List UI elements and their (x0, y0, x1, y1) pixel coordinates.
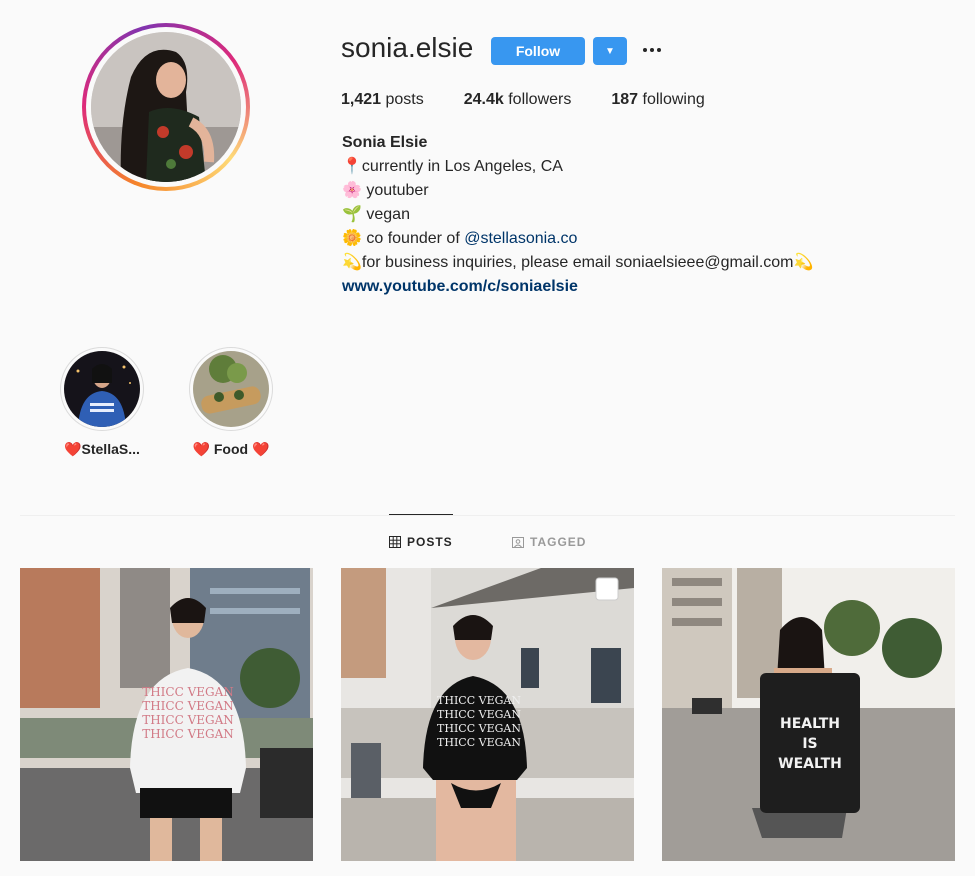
followers-stat[interactable]: 24.4k followers (464, 91, 572, 109)
more-horizontal-icon (643, 48, 647, 52)
full-name: Sonia Elsie (342, 134, 428, 151)
posts-stat: 1,421 posts (341, 91, 424, 108)
more-options-button[interactable] (640, 38, 664, 62)
post-thumbnail[interactable]: HEALTH IS WEALTH (662, 568, 955, 861)
profile-avatar[interactable] (82, 23, 250, 191)
post-thumbnail-carousel[interactable]: THICC VEGAN THICC VEGAN THICC VEGAN THIC… (341, 568, 634, 861)
post-thumbnail[interactable]: THICC VEGAN THICC VEGAN THICC VEGAN THIC… (20, 568, 313, 861)
profile-username: sonia.elsie (341, 32, 474, 63)
highlight-label: ❤️StellaS... (64, 441, 140, 457)
grid-icon (389, 536, 401, 548)
tabs-divider (20, 515, 955, 516)
bio-line-youtuber: 🌸 youtuber (342, 182, 429, 199)
svg-text:THICC VEGAN: THICC VEGAN (437, 736, 521, 749)
tagged-person-icon (512, 537, 524, 548)
website-link[interactable]: www.youtube.com/c/soniaelsie (342, 275, 813, 299)
svg-text:THICC VEGAN: THICC VEGAN (142, 713, 234, 727)
blossom-icon: 🌸 (342, 182, 362, 199)
shirt-text: THICC VEGAN (142, 685, 234, 699)
pin-icon: 📍 (342, 158, 362, 175)
highlight-stellas[interactable]: ❤️StellaS... (52, 347, 152, 458)
bio-line-cofounder: 🌼 co founder of @stellasonia.co (342, 230, 578, 247)
tab-posts-label: POSTS (407, 535, 453, 549)
profile-bio: Sonia Elsie 📍currently in Los Angeles, C… (342, 131, 813, 299)
svg-text:WEALTH: WEALTH (778, 756, 842, 772)
svg-text:HEALTH: HEALTH (780, 716, 840, 732)
highlight-cover (193, 351, 269, 427)
highlight-food[interactable]: ❤️ Food ❤️ (181, 347, 281, 458)
profile-stats: 1,421 posts 24.4k followers 187 followin… (341, 91, 745, 109)
caret-down-icon: ▼ (605, 45, 615, 57)
tab-tagged-label: TAGGED (530, 535, 587, 549)
highlight-label: ❤️ Food ❤️ (192, 441, 270, 457)
svg-text:THICC VEGAN: THICC VEGAN (142, 699, 234, 713)
follow-button[interactable]: Follow (491, 37, 585, 65)
suggestions-dropdown-button[interactable]: ▼ (593, 37, 627, 65)
dizzy-icon: 💫 (342, 254, 362, 271)
multiple-photos-icon (595, 577, 619, 601)
active-tab-indicator (389, 514, 453, 515)
svg-text:IS: IS (802, 736, 817, 752)
highlight-cover (64, 351, 140, 427)
bio-line-vegan: 🌱 vegan (342, 206, 410, 223)
svg-text:THICC VEGAN: THICC VEGAN (437, 708, 521, 721)
following-stat[interactable]: 187 following (611, 91, 704, 109)
tab-posts[interactable]: POSTS (389, 535, 453, 549)
dizzy-icon: 💫 (793, 254, 814, 271)
shirt-text: THICC VEGAN (437, 694, 521, 707)
bio-line-business: 💫for business inquiries, please email so… (342, 254, 814, 271)
sunflower-icon: 🌼 (342, 230, 362, 247)
avatar-photo (91, 32, 241, 182)
tab-tagged[interactable]: TAGGED (512, 535, 586, 549)
seedling-icon: 🌱 (342, 206, 362, 223)
svg-text:THICC VEGAN: THICC VEGAN (437, 722, 521, 735)
mention-link[interactable]: @stellasonia.co (464, 230, 577, 247)
svg-text:THICC VEGAN: THICC VEGAN (142, 727, 234, 741)
bio-line-location: 📍currently in Los Angeles, CA (342, 158, 563, 175)
